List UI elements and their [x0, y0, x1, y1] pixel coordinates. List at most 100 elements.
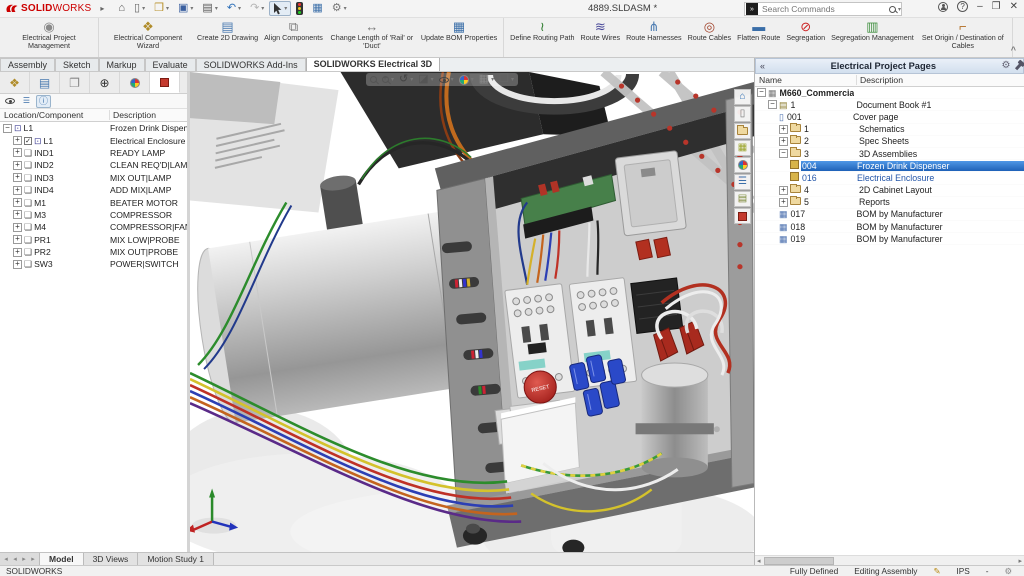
mgr-electrical-tab[interactable] [150, 72, 180, 93]
component-tree-row[interactable]: +❏M3COMPRESSOR [0, 209, 187, 221]
panel-settings-gear-icon[interactable]: ⚙ [1002, 61, 1011, 71]
settings-gear-button[interactable]: ⚙▾ [328, 1, 351, 16]
project-page-row[interactable]: −▤1Document Book #1 [755, 99, 1024, 111]
zoom-area-tool[interactable]: ▾ [382, 76, 394, 83]
st-appearance-button[interactable] [734, 157, 751, 173]
component-tree-row[interactable]: +❏M1BEATER MOTOR [0, 196, 187, 208]
component-tree-row[interactable]: +❏SW3POWER|SWITCH [0, 258, 187, 270]
expander-expand[interactable]: + [13, 248, 22, 257]
search-scope-icon[interactable]: » [746, 3, 758, 15]
project-page-row[interactable]: 004Frozen Drink Dispenser [755, 160, 1024, 172]
mgr-dimxpert-tab[interactable]: ⊕ [90, 72, 120, 93]
undo-button[interactable]: ↶▾ [223, 1, 245, 16]
save-button[interactable]: ▣▾ [174, 1, 197, 16]
column-description-right[interactable]: Description [857, 75, 1024, 85]
search-icon[interactable] [889, 6, 896, 13]
checkbox-checked[interactable]: ✓ [24, 137, 32, 145]
route-wires-button[interactable]: ≋Route Wires [578, 19, 624, 56]
expander-expand[interactable]: + [779, 186, 788, 195]
project-page-row[interactable]: −▦M660_Commercial Mixer [755, 87, 1024, 99]
right-tree-column-headers[interactable]: Name Description [755, 74, 1024, 87]
appearances-tool[interactable]: ▾ [459, 75, 474, 85]
expander-expand[interactable]: + [13, 186, 22, 195]
view-orientation-tool[interactable]: ❒▾ [499, 74, 514, 85]
scroll-left-arrow[interactable]: ◂ [755, 557, 763, 565]
component-tree-row[interactable]: −⊡L1Frozen Drink Dispenser [0, 122, 187, 134]
expander-expand[interactable]: + [13, 223, 22, 232]
electrical-project-management-button[interactable]: ◉Electrical Project Management [3, 19, 95, 56]
section-view-tool[interactable]: ◪▾ [418, 74, 433, 85]
search-dropdown-arrow[interactable]: ▾ [898, 6, 901, 13]
eye-toolbar-button[interactable] [2, 95, 17, 108]
close-button[interactable]: ✕ [1010, 2, 1018, 12]
reset-button[interactable]: RESET [524, 371, 556, 403]
expander-expand[interactable]: + [13, 148, 22, 157]
spec-label-plate[interactable] [190, 72, 339, 212]
column-location-component[interactable]: Location/Component [0, 110, 110, 120]
right-panel-hscrollbar[interactable]: ◂ ▸ [755, 555, 1024, 565]
segregation-management-button[interactable]: ▥Segregation Management [828, 19, 917, 56]
menu-expand-arrow[interactable]: ▸ [100, 4, 104, 13]
first-tab-arrow[interactable]: ◂ [2, 555, 10, 563]
search-commands-box[interactable]: » ▾ [744, 2, 902, 16]
project-page-row[interactable]: −33D Assemblies [755, 148, 1024, 160]
project-page-row[interactable]: ▦017BOM by Manufacturer [755, 209, 1024, 221]
align-components-button[interactable]: ⧉Align Components [261, 19, 326, 56]
expander-collapse[interactable]: − [757, 88, 766, 97]
grouping-toolbar-button[interactable]: ☰ [19, 95, 34, 108]
next-tab-arrow[interactable]: ▸ [20, 555, 28, 563]
panel-collapse-icon[interactable]: « [760, 62, 765, 71]
component-tree-row[interactable]: +❏IND3MIX OUT|LAMP [0, 172, 187, 184]
display-options-button[interactable]: ▦ [308, 1, 326, 16]
component-tree-row[interactable]: +❏PR1MIX LOW|PROBE [0, 234, 187, 246]
rebuild-button[interactable] [292, 1, 307, 16]
redo-button[interactable]: ↷▾ [246, 1, 268, 16]
panel-pin-icon[interactable] [1014, 63, 1021, 70]
expander-expand[interactable]: + [13, 198, 22, 207]
user-account-icon[interactable] [938, 2, 948, 12]
expander-expand[interactable]: + [779, 198, 788, 207]
tab-solidworks-electrical-3d[interactable]: SOLIDWORKS Electrical 3D [306, 57, 441, 71]
route-harnesses-button[interactable]: ⋔Route Harnesses [623, 19, 685, 56]
expander-collapse[interactable]: − [768, 100, 777, 109]
restore-button[interactable]: ❐ [992, 2, 1001, 12]
tab-markup[interactable]: Markup [99, 58, 145, 71]
last-tab-arrow[interactable]: ▸ [29, 555, 37, 563]
expander-collapse[interactable]: − [779, 149, 788, 158]
expander-expand[interactable]: + [13, 260, 22, 269]
create-2d-drawing-button[interactable]: ▤Create 2D Drawing [194, 19, 261, 56]
component-tree-row[interactable]: +❏IND1READY LAMP [0, 147, 187, 159]
scene-tool[interactable]: ▦▾ [479, 74, 494, 85]
component-tree-row[interactable]: +✓⊡L1Electrical Enclosure [0, 134, 187, 146]
print-button[interactable]: ▤▾ [198, 1, 221, 16]
st-box-button[interactable]: ▯ [734, 106, 751, 122]
component-tree-row[interactable]: +❏IND2CLEAN REQ'D|LAMP [0, 159, 187, 171]
expander-collapse[interactable]: − [3, 124, 12, 133]
project-page-row[interactable]: ▦019BOM by Manufacturer [755, 233, 1024, 245]
tab-evaluate[interactable]: Evaluate [145, 58, 196, 71]
st-list-button[interactable]: ☰ [734, 174, 751, 190]
st-electrical-button[interactable] [734, 208, 751, 224]
st-texture-button[interactable]: ▦ [734, 140, 751, 156]
update-bom-properties-button[interactable]: ▦Update BOM Properties [418, 19, 500, 56]
ribbon-collapse-chevron[interactable]: ^ [1011, 45, 1016, 55]
hide-show-tool[interactable]: ▾ [439, 76, 454, 83]
minimize-button[interactable]: – [977, 2, 983, 12]
mgr-property-tab[interactable]: ▤ [30, 72, 60, 93]
info-toolbar-button[interactable]: ⓘ [36, 95, 51, 108]
expander-expand[interactable]: + [13, 136, 22, 145]
tab-model[interactable]: Model [40, 553, 84, 565]
prev-tab-arrow[interactable]: ◂ [11, 555, 19, 563]
new-document-button[interactable]: ▯▾ [130, 1, 149, 16]
st-sheet-button[interactable]: ▤ [734, 191, 751, 207]
3d-model-frozen-drink-dispenser[interactable]: RESET [190, 72, 754, 552]
tab-assembly[interactable]: Assembly [0, 58, 55, 71]
expander-expand[interactable]: + [13, 210, 22, 219]
graphics-viewport[interactable]: RESET [190, 72, 754, 552]
tab-solidworks-add-ins[interactable]: SOLIDWORKS Add-Ins [196, 58, 306, 71]
st-home-button[interactable]: ⌂ [734, 89, 751, 105]
column-name[interactable]: Name [755, 75, 857, 85]
column-description[interactable]: Description [110, 110, 187, 120]
route-cables-button[interactable]: ◎Route Cables [685, 19, 735, 56]
expander-expand[interactable]: + [13, 161, 22, 170]
